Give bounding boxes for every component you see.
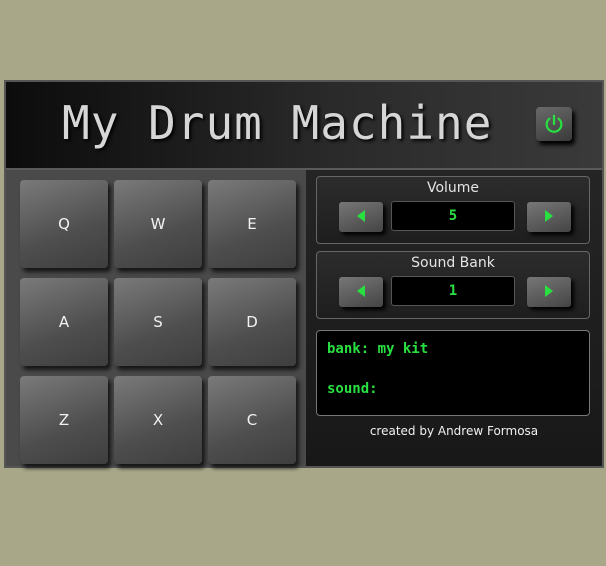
power-button[interactable] <box>536 107 572 141</box>
triangle-right-icon <box>543 208 555 227</box>
drum-pad-q[interactable]: Q <box>20 180 108 268</box>
drum-pad-d[interactable]: D <box>208 278 296 366</box>
page-title: My Drum Machine <box>62 96 493 150</box>
sound-bank-increase-button[interactable] <box>527 277 571 307</box>
control-panel: Volume 5 Sound Bank 1 bank: my kit sound… <box>306 170 602 466</box>
sound-readout: sound: <box>327 381 387 397</box>
drum-pad-e[interactable]: E <box>208 180 296 268</box>
volume-increase-button[interactable] <box>527 202 571 232</box>
drum-pad-c[interactable]: C <box>208 376 296 464</box>
sound-bank-label: Sound Bank <box>411 255 495 271</box>
drum-pad-grid: Q W E A S D Z X C <box>6 170 306 466</box>
drum-pad-x[interactable]: X <box>114 376 202 464</box>
sound-bank-decrease-button[interactable] <box>339 277 383 307</box>
sound-bank-control: Sound Bank 1 <box>316 251 590 319</box>
drum-pad-a[interactable]: A <box>20 278 108 366</box>
volume-value: 5 <box>391 201 515 231</box>
drum-machine: My Drum Machine Q W E A S D Z X C Volume <box>4 80 604 468</box>
power-icon <box>543 113 565 135</box>
volume-label: Volume <box>426 180 480 196</box>
drum-pad-w[interactable]: W <box>114 180 202 268</box>
drum-pad-s[interactable]: S <box>114 278 202 366</box>
drum-pad-z[interactable]: Z <box>20 376 108 464</box>
volume-decrease-button[interactable] <box>339 202 383 232</box>
volume-control: Volume 5 <box>316 176 590 244</box>
triangle-left-icon <box>355 208 367 227</box>
triangle-right-icon <box>543 283 555 302</box>
status-display: bank: my kit sound: <box>316 330 590 416</box>
credit-text: created by Andrew Formosa <box>369 424 539 438</box>
header: My Drum Machine <box>6 82 602 170</box>
bank-readout: bank: my kit <box>327 341 429 357</box>
triangle-left-icon <box>355 283 367 302</box>
sound-bank-value: 1 <box>391 276 515 306</box>
